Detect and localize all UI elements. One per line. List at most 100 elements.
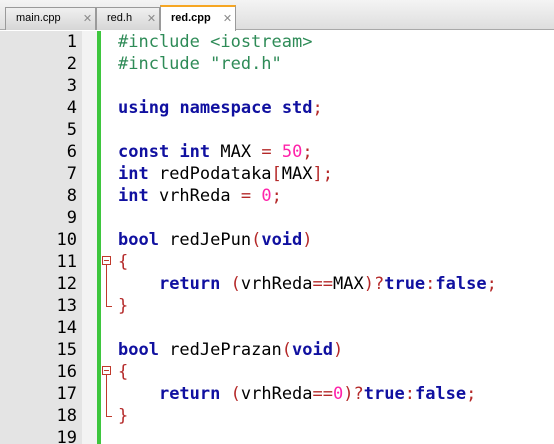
- code-token: namespace: [179, 98, 272, 118]
- close-icon[interactable]: ✕: [82, 13, 93, 24]
- line-number: 1: [66, 32, 77, 52]
- fold-collapse-icon[interactable]: [102, 251, 116, 273]
- code-token: [: [271, 164, 282, 184]
- code-text: int vrhReda = 0;: [118, 185, 282, 207]
- fold-line: [102, 383, 116, 405]
- code-token: ;: [312, 98, 323, 118]
- code-token: redJePrazan: [158, 340, 282, 360]
- code-line[interactable]: 12 return (vrhReda==MAX)?true:false;: [0, 273, 554, 295]
- code-token: ;: [466, 384, 477, 404]
- code-token: vrhReda: [240, 274, 313, 294]
- code-text: {: [118, 361, 128, 383]
- code-token: std: [281, 98, 313, 118]
- code-token: "red.h": [210, 54, 282, 74]
- code-token: redJePun: [158, 230, 252, 250]
- code-line[interactable]: 15 bool redJePrazan(void): [0, 339, 554, 361]
- code-token: }: [118, 406, 129, 426]
- code-token: ;: [486, 274, 497, 294]
- fold-line: [106, 416, 112, 417]
- fold-line: [106, 405, 107, 416]
- code-token: int: [118, 186, 149, 206]
- code-text: }: [118, 405, 128, 427]
- code-line[interactable]: 8 int vrhReda = 0;: [0, 185, 554, 207]
- code-line[interactable]: 6 const int MAX = 50;: [0, 141, 554, 163]
- code-line[interactable]: 5: [0, 119, 554, 141]
- line-number: 17: [56, 384, 77, 404]
- line-number: 18: [56, 406, 77, 426]
- code-line[interactable]: 13}: [0, 295, 554, 317]
- fold-line: [106, 265, 107, 273]
- minus-box-icon[interactable]: [102, 256, 111, 265]
- code-token: vrhReda: [148, 186, 241, 206]
- code-line[interactable]: 9: [0, 207, 554, 229]
- code-line[interactable]: 11 {: [0, 251, 554, 273]
- close-icon[interactable]: ✕: [146, 13, 157, 24]
- code-text: bool redJePrazan(void): [118, 339, 343, 361]
- code-text: const int MAX = 50;: [118, 141, 313, 163]
- code-line[interactable]: 10 bool redJePun(void): [0, 229, 554, 251]
- code-line[interactable]: 16 {: [0, 361, 554, 383]
- code-token: return: [158, 274, 221, 294]
- code-token: MAX: [333, 274, 364, 294]
- line-number: 16: [56, 362, 77, 382]
- code-token: void: [292, 340, 333, 360]
- line-number: 7: [66, 164, 77, 184]
- code-token: false: [414, 384, 467, 404]
- code-line[interactable]: 14: [0, 317, 554, 339]
- code-token: true: [384, 274, 426, 294]
- code-text: #include <iostream>: [118, 31, 312, 53]
- code-token: =: [261, 142, 272, 162]
- code-line[interactable]: 2 #include "red.h": [0, 53, 554, 75]
- code-token: true: [363, 384, 405, 404]
- tab-red-h[interactable]: red.h ✕: [96, 7, 160, 30]
- code-token: :: [404, 384, 415, 404]
- code-token: int: [179, 142, 211, 162]
- code-token: using: [118, 98, 170, 118]
- code-line[interactable]: 7 int redPodataka[MAX];: [0, 163, 554, 185]
- code-line[interactable]: 1 #include <iostream>: [0, 31, 554, 53]
- code-token: MAX: [281, 164, 313, 184]
- fold-collapse-icon[interactable]: [102, 361, 116, 383]
- code-editor: main.cpp ✕ red.h ✕ red.cpp ✕ 1 #include <…: [0, 0, 554, 444]
- code-text: {: [118, 251, 128, 273]
- line-number: 14: [56, 318, 77, 338]
- code-token: ==: [312, 274, 334, 294]
- code-token: void: [261, 230, 303, 250]
- line-number: 3: [66, 76, 77, 96]
- fold-line: [106, 295, 107, 306]
- line-number: 2: [66, 54, 77, 74]
- code-token: }: [118, 296, 129, 316]
- code-line[interactable]: 3: [0, 75, 554, 97]
- line-number: 9: [66, 208, 77, 228]
- close-icon[interactable]: ✕: [222, 13, 233, 24]
- code-token: :: [425, 274, 436, 294]
- code-token: bool: [118, 230, 159, 250]
- code-line[interactable]: 19: [0, 427, 554, 444]
- tab-main-cpp[interactable]: main.cpp ✕: [5, 7, 96, 30]
- code-line[interactable]: 18}: [0, 405, 554, 427]
- line-number: 15: [56, 340, 77, 360]
- code-line[interactable]: 17 return (vrhReda==0)?true:false;: [0, 383, 554, 405]
- code-lines: 1 #include <iostream> 2 #include "red.h" 3 4 u…: [0, 31, 554, 444]
- code-token: ): [302, 230, 313, 250]
- code-token: 50: [281, 142, 303, 162]
- tab-label: red.cpp: [171, 12, 211, 24]
- tab-red-cpp[interactable]: red.cpp ✕: [160, 5, 236, 31]
- code-text: bool redJePun(void): [118, 229, 313, 251]
- fold-end-marker: [102, 295, 116, 317]
- fold-line: [102, 273, 116, 295]
- code-token: {: [118, 362, 129, 382]
- code-line[interactable]: 4 using namespace std;: [0, 97, 554, 119]
- fold-line: [106, 273, 107, 295]
- line-number: 13: [56, 296, 77, 316]
- line-number: 6: [66, 142, 77, 162]
- minus-box-icon[interactable]: [102, 366, 111, 375]
- line-number: 4: [66, 98, 77, 118]
- code-area[interactable]: 1 #include <iostream> 2 #include "red.h" 3 4 u…: [0, 31, 554, 444]
- fold-end-marker: [102, 405, 116, 427]
